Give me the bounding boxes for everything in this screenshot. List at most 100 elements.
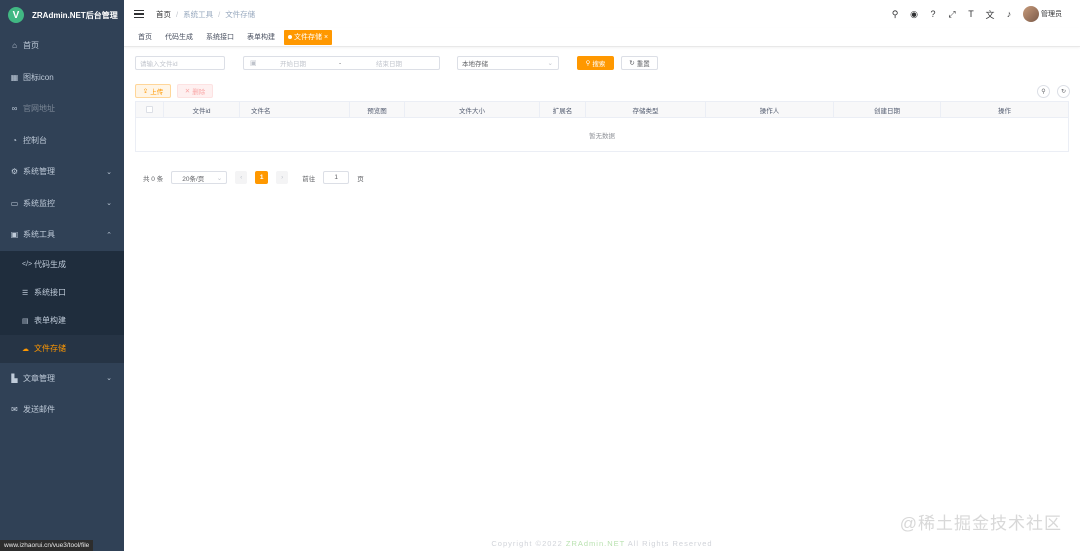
delete-button[interactable]: ✕ 删除 — [177, 84, 213, 98]
menu-website[interactable]: ∞ 官网地址 — [0, 93, 124, 125]
submenu-form-build[interactable]: ▤ 表单构建 — [0, 306, 124, 335]
menu-send-mail[interactable]: ✉ 发送邮件 — [0, 394, 124, 426]
breadcrumb-system-tools: 系统工具 — [183, 9, 214, 19]
refresh-icon: ↻ — [629, 60, 635, 67]
fullscreen-icon[interactable]: ⤢ — [947, 9, 957, 20]
tags-view: 首页 代码生成 系统接口 表单构建 文件存储 × — [124, 28, 1080, 47]
menu-label: 控制台 — [23, 135, 47, 145]
delete-icon: ✕ — [184, 88, 191, 95]
menu-label: 系统管理 — [23, 167, 55, 177]
next-page-button[interactable]: › — [276, 171, 289, 184]
menu-system-tools[interactable]: ▣ 系统工具 ⌃ — [0, 219, 124, 251]
menu-article[interactable]: ▙ 文章管理 ⌄ — [0, 363, 124, 395]
copyright-prefix: Copyright ©2022 — [491, 539, 566, 548]
tag-code-gen[interactable]: 代码生成 — [161, 30, 197, 45]
main-area: 首页 / 系统工具 / 文件存储 ⚲ ◉ ? ⤢ T 文 ♪ 管理员 首页 代码… — [124, 0, 1080, 551]
page-size-select[interactable]: 20条/页 ⌄ — [171, 171, 228, 184]
column-header: 文件大小 — [405, 102, 540, 117]
logo[interactable]: V ZRAdmin.NET后台管理 — [0, 0, 124, 30]
app-title: ZRAdmin.NET后台管理 — [32, 10, 118, 20]
goto-label: 前往 — [302, 175, 316, 183]
storage-type-select[interactable]: 本地存储 ⌄ — [457, 56, 559, 70]
column-header: 创建日期 — [834, 102, 941, 117]
column-header: 操作 — [998, 107, 1011, 115]
tool-icon: ▣ — [10, 230, 19, 240]
end-date-input[interactable]: 结束日期 — [376, 58, 402, 68]
refresh-icon[interactable]: ↻ — [1057, 84, 1070, 98]
menu-system-monitor[interactable]: ▭ 系统监控 ⌄ — [0, 188, 124, 220]
close-icon[interactable]: × — [322, 34, 328, 41]
font-size-icon[interactable]: T — [966, 9, 976, 19]
navbar: 首页 / 系统工具 / 文件存储 ⚲ ◉ ? ⤢ T 文 ♪ 管理员 — [124, 0, 1080, 28]
column-header: 操作人 — [706, 102, 834, 117]
toggle-search-icon[interactable]: ⚲ — [1037, 84, 1050, 98]
watermark: @稀土掘金技术社区 — [899, 514, 1062, 533]
menu-system-manage[interactable]: ⚙ 系统管理 ⌄ — [0, 156, 124, 188]
github-icon[interactable]: ◉ — [909, 9, 919, 20]
bell-icon[interactable]: ♪ — [1004, 9, 1014, 19]
search-icon[interactable]: ⚲ — [890, 9, 900, 20]
prev-page-button[interactable]: ‹ — [235, 171, 248, 184]
submenu-system-api[interactable]: ☰ 系统接口 — [0, 278, 124, 307]
menu-home[interactable]: ⌂ 首页 — [0, 30, 124, 62]
tag-file-storage[interactable]: 文件存储 × — [284, 29, 333, 45]
user-menu[interactable]: 管理员 — [1023, 6, 1062, 22]
file-id-input[interactable]: 请输入文件id — [135, 56, 225, 70]
file-table: 文件id 文件名 预览图 文件大小 扩展名 存储类型 操作人 创建日期 操作 暂… — [135, 101, 1069, 152]
cloud-icon: ☁ — [22, 345, 29, 353]
goto-page-input[interactable]: 1 — [323, 171, 350, 184]
reset-button[interactable]: ↻ 重置 — [621, 56, 658, 70]
chevron-down-icon: ⌄ — [106, 200, 112, 208]
column-header: 预览图 — [350, 102, 405, 117]
select-all-checkbox[interactable] — [146, 106, 153, 113]
date-range-picker[interactable]: ▣ 开始日期 - 结束日期 — [243, 56, 440, 70]
date-separator: - — [339, 59, 342, 67]
menu-dashboard[interactable]: ◔ 控制台 — [0, 125, 124, 157]
hamburger-icon[interactable] — [134, 10, 144, 18]
tag-form-build[interactable]: 表单构建 — [243, 30, 279, 45]
user-name: 管理员 — [1041, 11, 1062, 18]
column-header: 扩展名 — [540, 102, 586, 117]
page-suffix: 页 — [357, 175, 364, 183]
submenu-file-storage[interactable]: ☁ 文件存储 — [0, 334, 124, 363]
tag-label: 文件存储 — [294, 33, 322, 41]
menu-icons[interactable]: ▦ 图标icon — [0, 62, 124, 94]
gear-icon: ⚙ — [10, 167, 19, 177]
footer-brand[interactable]: ZRAdmin.NET — [566, 539, 625, 548]
tag-system-api[interactable]: 系统接口 — [202, 30, 238, 45]
dashboard-icon: ◔ — [12, 135, 17, 145]
menu-label: 官网地址 — [23, 104, 55, 114]
menu-label: 首页 — [23, 41, 39, 51]
column-header: 存储类型 — [586, 102, 706, 117]
submenu-code-gen[interactable]: </> 代码生成 — [0, 250, 124, 279]
avatar — [1023, 6, 1039, 22]
submenu-label: 文件存储 — [34, 344, 66, 353]
page-number[interactable]: 1 — [255, 171, 269, 184]
chevron-down-icon: ⌄ — [106, 375, 112, 383]
form-icon: ▤ — [22, 317, 29, 325]
help-icon[interactable]: ? — [928, 9, 938, 19]
reset-button-label: 重置 — [636, 61, 650, 68]
menu-label: 系统监控 — [23, 198, 55, 208]
menu-label: 系统工具 — [23, 230, 55, 240]
search-button[interactable]: ⚲ 搜索 — [577, 56, 614, 70]
breadcrumb: 首页 / 系统工具 / 文件存储 — [156, 9, 256, 20]
breadcrumb-file-storage: 文件存储 — [225, 9, 256, 19]
table-toolbar: ⇪ 上传 ✕ 删除 ⚲ ↻ — [135, 84, 1070, 98]
column-header: 文件id — [164, 102, 240, 117]
menu-label: 发送邮件 — [23, 405, 55, 415]
tag-home[interactable]: 首页 — [134, 30, 156, 45]
start-date-input[interactable]: 开始日期 — [280, 58, 306, 68]
total-count: 共 0 条 — [143, 175, 164, 183]
translate-icon[interactable]: 文 — [985, 8, 995, 21]
select-all-column — [136, 102, 164, 117]
submenu-label: 代码生成 — [34, 260, 66, 269]
icons-icon: ▦ — [10, 72, 19, 82]
vue-logo-icon: V — [8, 7, 24, 23]
chevron-right-icon: › — [281, 174, 284, 181]
article-icon: ▙ — [11, 373, 18, 383]
chevron-down-icon: ⌄ — [216, 174, 223, 182]
upload-button[interactable]: ⇪ 上传 — [135, 84, 171, 98]
code-icon: </> — [22, 261, 33, 268]
breadcrumb-home[interactable]: 首页 — [156, 9, 171, 20]
